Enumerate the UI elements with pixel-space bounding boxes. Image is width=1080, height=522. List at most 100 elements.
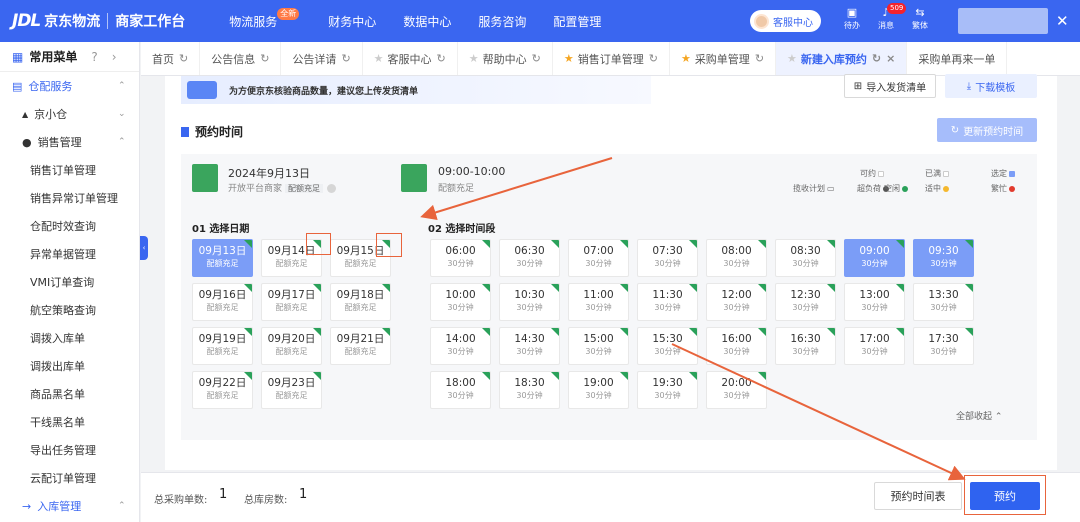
- refresh-icon[interactable]: ↻: [179, 52, 188, 65]
- time-slot[interactable]: 11:30 30分钟: [637, 283, 698, 321]
- date-slot[interactable]: 09月22日 配额充足: [192, 371, 253, 409]
- close-tab-icon[interactable]: ×: [886, 52, 895, 65]
- sidebar-item[interactable]: 销售订单管理: [0, 156, 139, 184]
- collapse-all-link[interactable]: 全部收起 ⌃: [956, 409, 1002, 422]
- logo[interactable]: JDL 京东物流 商家工作台: [12, 11, 185, 31]
- nav-config[interactable]: 配置管理: [553, 13, 601, 30]
- sidebar-item[interactable]: 仓配时效查询: [0, 212, 139, 240]
- star-icon[interactable]: ★: [469, 52, 479, 65]
- sidebar-item[interactable]: 调拨入库单: [0, 324, 139, 352]
- sidebar-item[interactable]: 异常单据管理: [0, 240, 139, 268]
- traditional-chinese-button[interactable]: ⇆ 繁体: [905, 6, 935, 31]
- sidebar-item[interactable]: 航空策略查询: [0, 296, 139, 324]
- nav-logistics[interactable]: 物流服务 全新: [229, 7, 300, 30]
- date-slot[interactable]: 09月21日 配额充足: [330, 327, 391, 365]
- time-slot[interactable]: 11:00 30分钟: [568, 283, 629, 321]
- time-slot[interactable]: 08:00 30分钟: [706, 239, 767, 277]
- star-icon[interactable]: ★: [374, 52, 384, 65]
- tab-new-inbound-booking[interactable]: ★ 新建入库预约 ↻ ×: [776, 42, 908, 75]
- time-slot[interactable]: 14:00 30分钟: [430, 327, 491, 365]
- date-slot[interactable]: 09月16日 配额充足: [192, 283, 253, 321]
- time-slot[interactable]: 10:30 30分钟: [499, 283, 560, 321]
- tab-home[interactable]: 首页 ↻: [141, 42, 201, 75]
- time-slot[interactable]: 07:00 30分钟: [568, 239, 629, 277]
- refresh-icon[interactable]: ↻: [755, 52, 764, 65]
- booking-timetable-button[interactable]: 预约时间表: [874, 482, 962, 510]
- sidebar-section-warehouse[interactable]: ▤ 仓配服务 ⌃: [0, 72, 139, 100]
- star-icon[interactable]: ★: [681, 52, 691, 65]
- square-icon: [878, 170, 884, 177]
- time-slot[interactable]: 15:00 30分钟: [568, 327, 629, 365]
- time-slot[interactable]: 13:00 30分钟: [844, 283, 905, 321]
- import-shipping-list-button[interactable]: ⊞ 导入发货清单: [844, 74, 936, 98]
- time-slot[interactable]: 15:30 30分钟: [637, 327, 698, 365]
- time-slot[interactable]: 14:30 30分钟: [499, 327, 560, 365]
- service-center-button[interactable]: 客服中心: [750, 10, 821, 32]
- slot-sub: 配额充足: [344, 347, 377, 356]
- time-slot[interactable]: 16:00 30分钟: [706, 327, 767, 365]
- refresh-icon[interactable]: ↻: [649, 52, 658, 65]
- time-slot[interactable]: 09:00 30分钟: [844, 239, 905, 277]
- sidebar-item[interactable]: 商品黑名单: [0, 380, 139, 408]
- close-icon[interactable]: ✕: [1056, 12, 1069, 30]
- time-slot[interactable]: 07:30 30分钟: [637, 239, 698, 277]
- time-slot[interactable]: 10:00 30分钟: [430, 283, 491, 321]
- time-slot[interactable]: 17:30 30分钟: [913, 327, 974, 365]
- sidebar-item[interactable]: 导出任务管理: [0, 436, 139, 464]
- sidebar-collapse-handle[interactable]: ‹: [140, 236, 148, 260]
- time-slot[interactable]: 20:00 30分钟: [706, 371, 767, 409]
- refresh-icon[interactable]: ↻: [341, 52, 350, 65]
- tab-sales-orders[interactable]: ★ 销售订单管理 ↻: [553, 42, 670, 75]
- help-icon[interactable]: ?: [91, 50, 97, 64]
- tab-service-center[interactable]: ★ 客服中心 ↻: [363, 42, 458, 75]
- nav-finance[interactable]: 财务中心: [328, 13, 376, 30]
- sidebar-item[interactable]: 云配订单管理: [0, 464, 139, 492]
- tab-purchase-orders[interactable]: ★ 采购单管理 ↻: [670, 42, 777, 75]
- refresh-icon[interactable]: ↻: [532, 52, 541, 65]
- chevron-right-icon[interactable]: ›: [112, 50, 117, 64]
- sidebar-group-sales[interactable]: ● 销售管理 ⌃: [0, 128, 139, 156]
- sidebar-item[interactable]: 干线黑名单: [0, 408, 139, 436]
- refresh-booking-time-button[interactable]: ↻ 更新预约时间: [937, 118, 1037, 142]
- date-slot[interactable]: 09月18日 配额充足: [330, 283, 391, 321]
- refresh-icon[interactable]: ↻: [437, 52, 446, 65]
- sidebar-item[interactable]: 调拨出库单: [0, 352, 139, 380]
- tab-notice-detail[interactable]: 公告详请 ↻: [281, 42, 363, 75]
- refresh-icon[interactable]: ↻: [260, 52, 269, 65]
- time-slot[interactable]: 09:30 30分钟: [913, 239, 974, 277]
- star-icon[interactable]: ★: [787, 52, 797, 65]
- message-button[interactable]: ♪ 509 消息: [871, 3, 907, 31]
- sidebar-group-inbound[interactable]: → 入库管理 ⌃: [0, 492, 139, 520]
- time-slot[interactable]: 19:30 30分钟: [637, 371, 698, 409]
- date-slot[interactable]: 09月19日 配额充足: [192, 327, 253, 365]
- tab-reorder[interactable]: 采购单再来一单: [907, 42, 1008, 75]
- user-menu[interactable]: [958, 8, 1048, 34]
- tab-notice[interactable]: 公告信息 ↻: [200, 42, 282, 75]
- download-template-button[interactable]: ⤓ 下载模板: [945, 74, 1037, 98]
- time-slot[interactable]: 12:30 30分钟: [775, 283, 836, 321]
- time-slot[interactable]: 08:30 30分钟: [775, 239, 836, 277]
- time-slot[interactable]: 06:30 30分钟: [499, 239, 560, 277]
- time-slot[interactable]: 18:00 30分钟: [430, 371, 491, 409]
- time-slot[interactable]: 19:00 30分钟: [568, 371, 629, 409]
- sidebar-group-jingxiaocang[interactable]: ▲ 京小仓 ⌄: [0, 100, 139, 128]
- time-slot[interactable]: 17:00 30分钟: [844, 327, 905, 365]
- date-slot[interactable]: 09月23日 配额充足: [261, 371, 322, 409]
- time-slot[interactable]: 12:00 30分钟: [706, 283, 767, 321]
- date-slot[interactable]: 09月20日 配额充足: [261, 327, 322, 365]
- todo-button[interactable]: ▣ 待办: [837, 6, 867, 31]
- time-slot[interactable]: 16:30 30分钟: [775, 327, 836, 365]
- date-slot[interactable]: 09月17日 配额充足: [261, 283, 322, 321]
- time-slot[interactable]: 13:30 30分钟: [913, 283, 974, 321]
- star-icon[interactable]: ★: [564, 52, 574, 65]
- time-slot[interactable]: 06:00 30分钟: [430, 239, 491, 277]
- tab-help-center[interactable]: ★ 帮助中心 ↻: [458, 42, 553, 75]
- nav-data[interactable]: 数据中心: [403, 13, 451, 30]
- nav-consult[interactable]: 服务咨询: [478, 13, 526, 30]
- refresh-icon[interactable]: ↻: [872, 52, 881, 65]
- time-slot[interactable]: 18:30 30分钟: [499, 371, 560, 409]
- sidebar-item[interactable]: 销售异常订单管理: [0, 184, 139, 212]
- booking-panel: 2024年9月13日 开放平台商家 配额充足 09:00-10:00 配额充足 可…: [181, 154, 1037, 440]
- sidebar-item[interactable]: VMI订单查询: [0, 268, 139, 296]
- date-slot[interactable]: 09月13日 配额充足: [192, 239, 253, 277]
